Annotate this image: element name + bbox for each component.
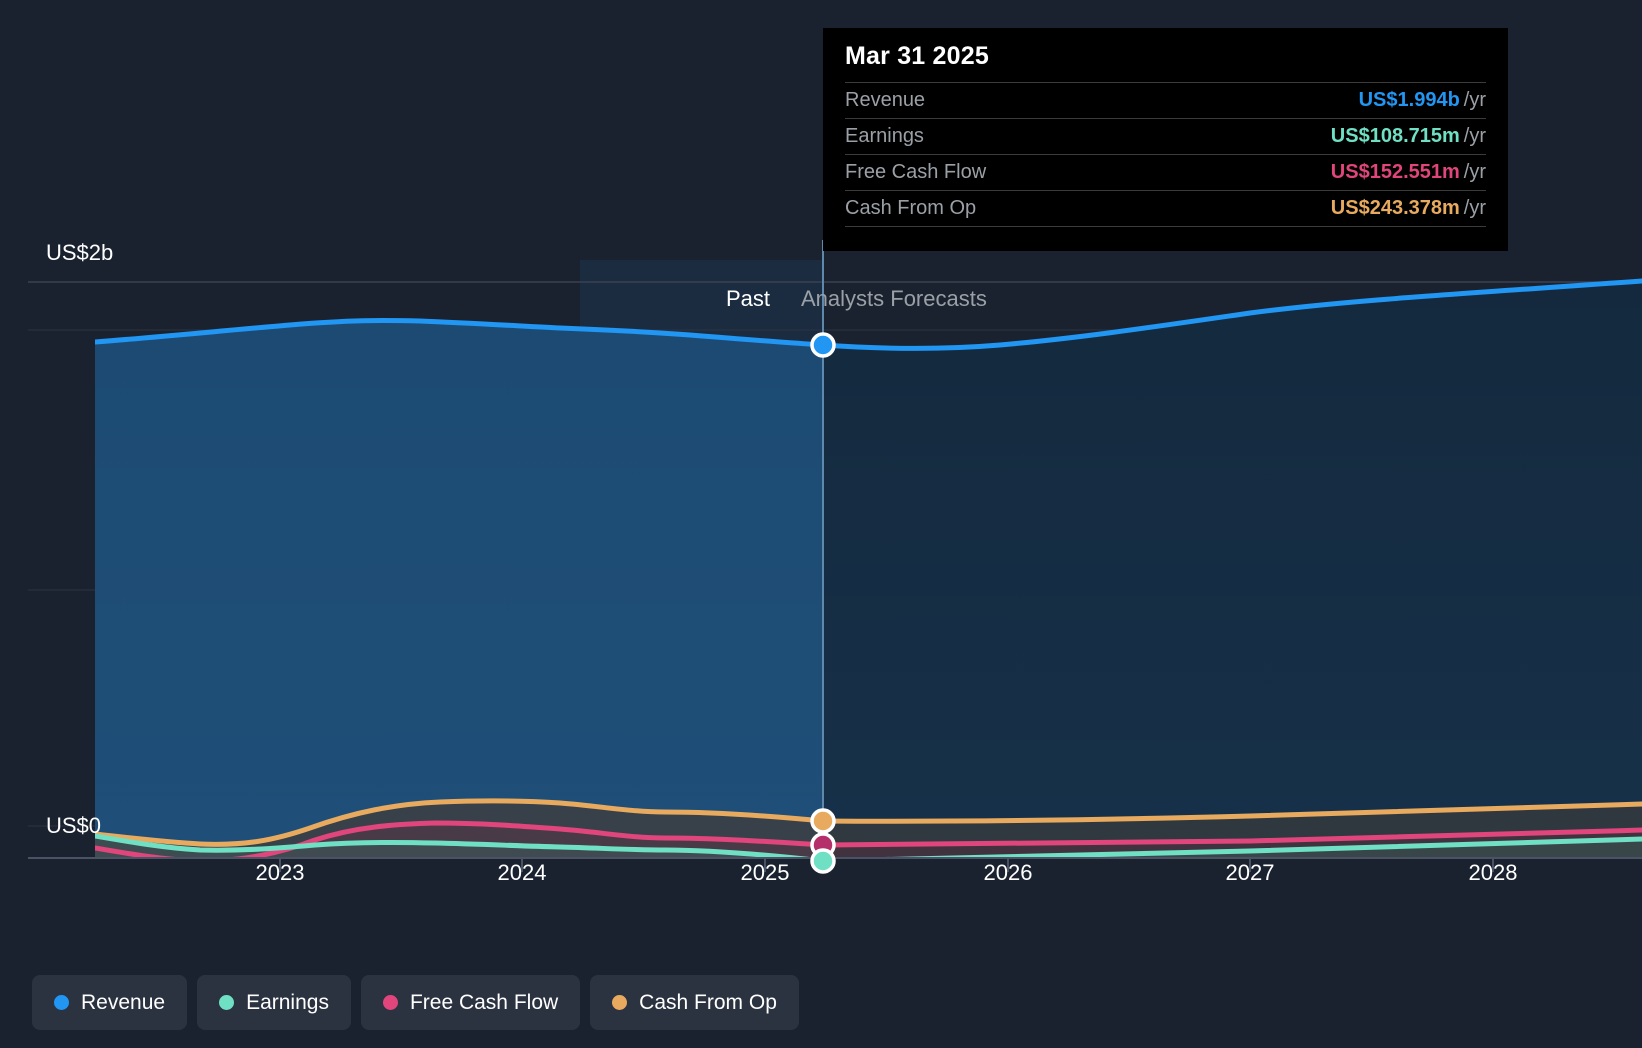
x-axis-label-2027: 2027	[1225, 860, 1275, 885]
past-series-group	[95, 317, 823, 858]
revenue-dot-icon	[54, 995, 69, 1010]
tooltip-date: Mar 31 2025	[845, 42, 989, 70]
tooltip-value-free-cash-flow: US$152.551m	[1330, 161, 1460, 183]
tooltip-bottom-spacer	[845, 227, 1486, 235]
datapoint-tooltip: Mar 31 2025 Revenue US$1.994b/yr Earning…	[823, 28, 1508, 251]
free-cash-flow-dot-icon	[382, 995, 398, 1010]
legend-item-earnings[interactable]: Earnings	[197, 975, 351, 1030]
tooltip-unit-earnings: /yr	[1463, 125, 1486, 147]
cashfromop-datapoint-marker[interactable]	[810, 808, 836, 834]
y-axis-label-zero: US$0	[46, 813, 102, 838]
legend-label-cash-from-op: Cash From Op	[639, 990, 777, 1014]
tooltip-row-revenue: Revenue US$1.994b/yr	[845, 82, 1486, 118]
past-band-label: Past	[726, 286, 771, 311]
legend-item-free-cash-flow[interactable]: Free Cash Flow	[360, 975, 581, 1030]
tooltip-row-free-cash-flow: Free Cash Flow US$152.551m/yr	[845, 154, 1486, 190]
tooltip-unit-revenue: /yr	[1463, 89, 1486, 111]
cash-from-op-dot-icon	[612, 995, 628, 1010]
tooltip-value-revenue: US$1.994b	[1358, 89, 1460, 111]
x-axis-label-2024: 2024	[497, 860, 547, 885]
legend-label-earnings: Earnings	[246, 990, 329, 1014]
y-axis-label-top: US$2b	[46, 240, 114, 265]
earnings-dot-icon	[219, 995, 235, 1010]
x-axis-label-2023: 2023	[255, 860, 305, 885]
tooltip-value-cash-from-op: US$243.378m	[1330, 197, 1460, 219]
revenue-area-forecast	[823, 281, 1642, 858]
forecast-band-label: Analysts Forecasts	[801, 286, 987, 311]
x-axis-label-2028: 2028	[1468, 860, 1518, 885]
revenue-area-past	[95, 320, 823, 858]
x-axis-label-2025: 2025	[740, 860, 790, 885]
earnings-datapoint-marker[interactable]	[810, 848, 836, 874]
tooltip-label-revenue: Revenue	[845, 89, 926, 111]
legend-label-revenue: Revenue	[81, 990, 166, 1014]
forecast-series-group	[823, 278, 1642, 858]
legend-item-revenue[interactable]: Revenue	[32, 975, 188, 1030]
financial-chart: US$2b US$0 2023 2024 2025 2026 2027 2028…	[0, 0, 1642, 1048]
tooltip-unit-free-cash-flow: /yr	[1463, 161, 1486, 183]
tooltip-label-cash-from-op: Cash From Op	[845, 197, 977, 219]
legend-item-cash-from-op[interactable]: Cash From Op	[590, 975, 799, 1030]
tooltip-value-earnings: US$108.715m	[1330, 125, 1460, 147]
legend-label-free-cash-flow: Free Cash Flow	[409, 990, 559, 1014]
tooltip-label-free-cash-flow: Free Cash Flow	[845, 161, 987, 183]
chart-legend: Revenue Earnings Free Cash Flow Cash Fro…	[32, 975, 799, 1030]
tooltip-unit-cash-from-op: /yr	[1463, 197, 1486, 219]
tooltip-row-cash-from-op: Cash From Op US$243.378m/yr	[845, 190, 1486, 227]
revenue-datapoint-marker[interactable]	[810, 332, 836, 358]
tooltip-label-earnings: Earnings	[845, 125, 924, 147]
tooltip-row-earnings: Earnings US$108.715m/yr	[845, 118, 1486, 154]
x-axis-label-2026: 2026	[983, 860, 1033, 885]
